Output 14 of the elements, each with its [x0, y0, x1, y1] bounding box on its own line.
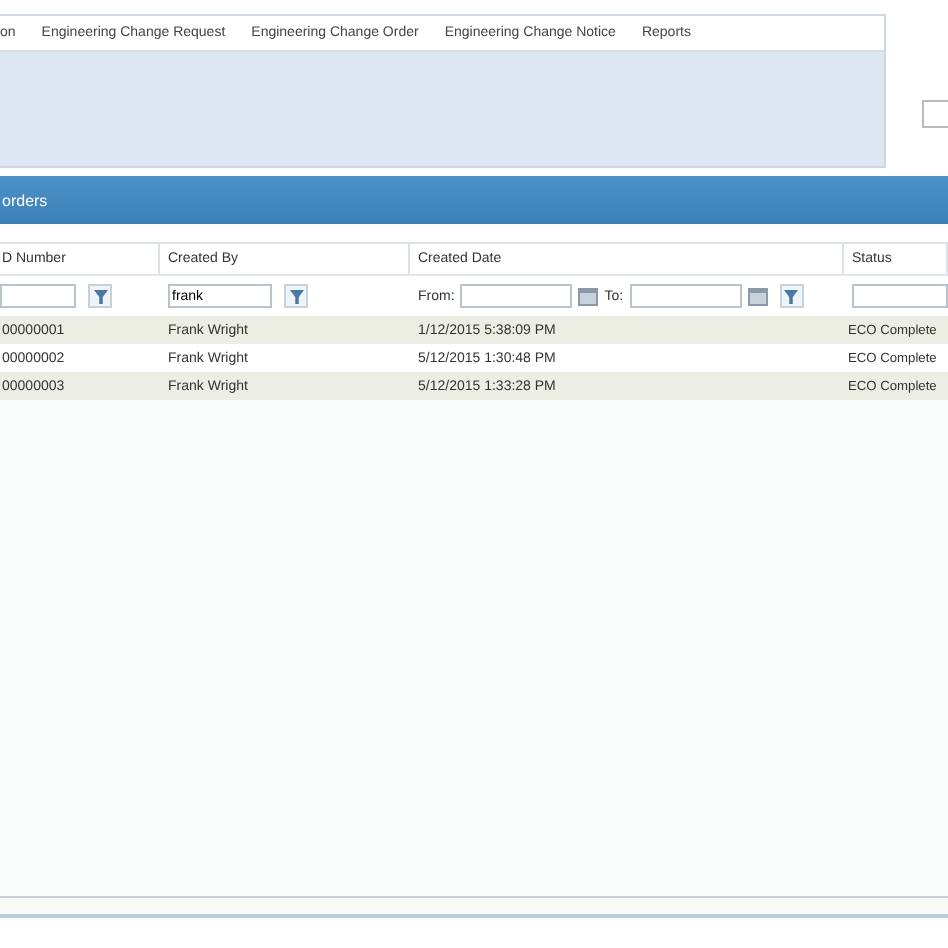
filter-icon: [289, 289, 303, 303]
filter-field[interactable]: [0, 284, 76, 308]
calendar-icon[interactable]: [578, 287, 599, 305]
filter-button[interactable]: [779, 284, 804, 308]
filter-icon: [784, 289, 799, 303]
filter-button[interactable]: [284, 284, 308, 308]
filter-button[interactable]: [88, 284, 112, 308]
filter-field[interactable]: [852, 284, 948, 308]
filter-icon: [93, 289, 107, 303]
panel-title: orders: [2, 191, 48, 209]
date-field[interactable]: [460, 284, 573, 308]
input-field[interactable]: [922, 100, 948, 128]
date-field[interactable]: [629, 284, 742, 308]
calendar-icon[interactable]: [747, 287, 768, 305]
